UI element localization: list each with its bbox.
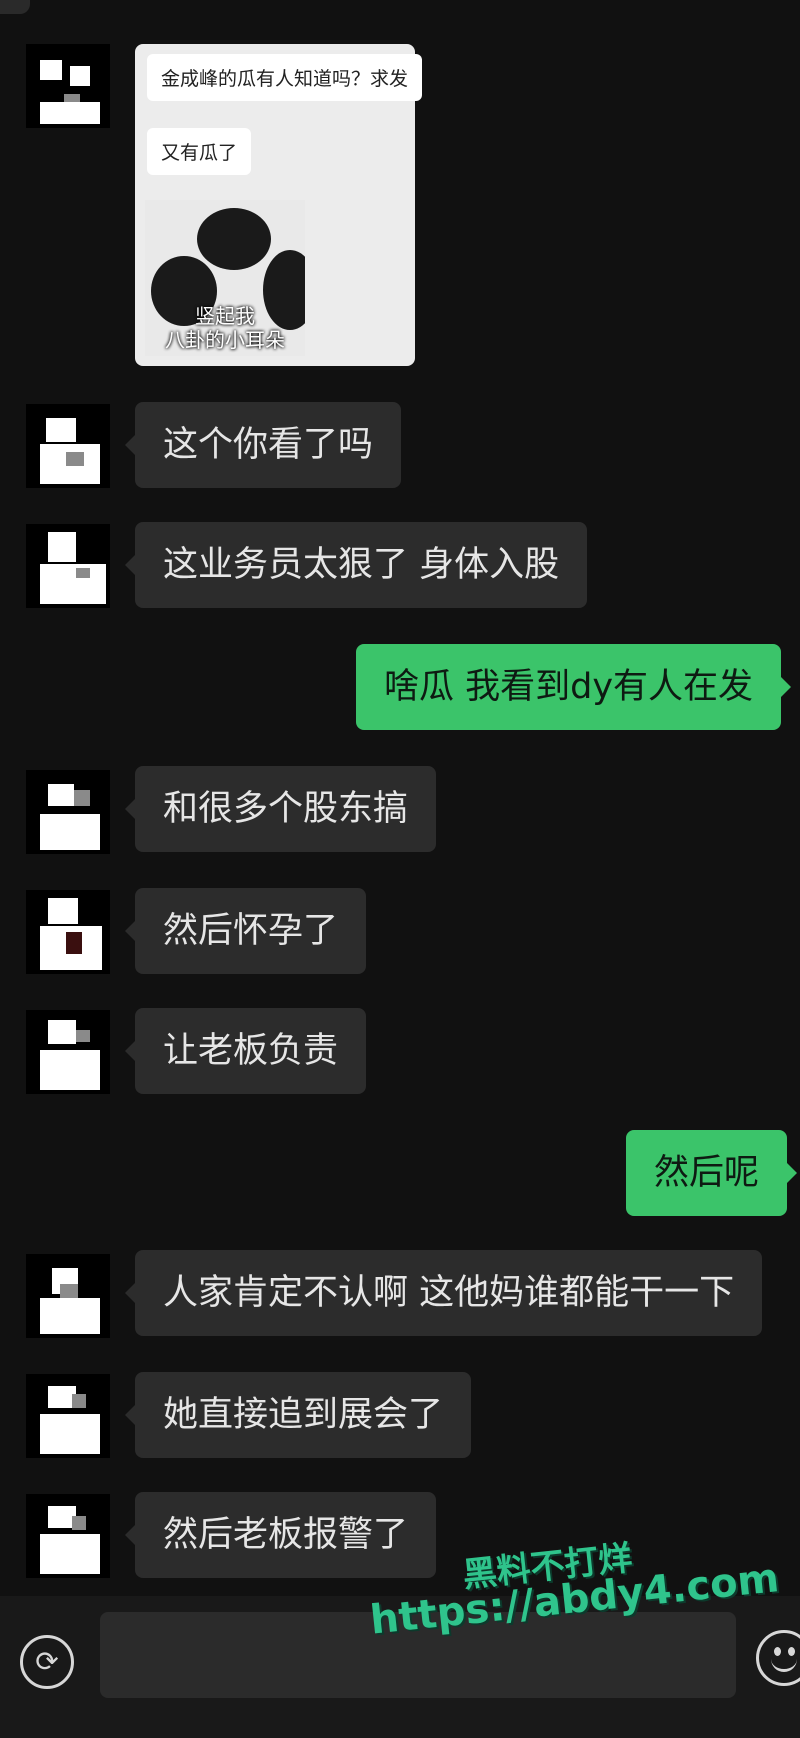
message-bubble[interactable]: 和很多个股东搞 xyxy=(124,766,437,852)
sticker-caption-1: 竖起我 xyxy=(195,304,255,328)
quote-line-1: 金成峰的瓜有人知道吗？求发 xyxy=(147,54,423,101)
message-bubble[interactable]: 这个你看了吗 xyxy=(124,402,402,488)
avatar[interactable] xyxy=(26,44,110,128)
quoted-message-card[interactable]: 金成峰的瓜有人知道吗？求发 又有瓜了 竖起我 八卦的小耳朵 xyxy=(135,44,423,366)
avatar[interactable] xyxy=(26,1010,110,1094)
message-bubble[interactable]: 然后怀孕了 xyxy=(124,888,367,974)
avatar[interactable] xyxy=(26,890,110,974)
avatar[interactable] xyxy=(26,404,110,488)
message-bubble[interactable]: 这业务员太狠了 身体入股 xyxy=(124,522,588,608)
message-bubble[interactable]: 让老板负责 xyxy=(124,1008,367,1094)
sticker-caption-2: 八卦的小耳朵 xyxy=(165,328,285,352)
panda-sticker-image[interactable]: 竖起我 八卦的小耳朵 xyxy=(145,200,305,356)
message-bubble-outgoing[interactable]: 啥瓜 我看到dy有人在发 xyxy=(356,644,792,730)
avatar[interactable] xyxy=(26,770,110,854)
avatar[interactable] xyxy=(26,1374,110,1458)
avatar[interactable] xyxy=(26,1494,110,1578)
message-bubble[interactable]: 人家肯定不认啊 这他妈谁都能干一下 xyxy=(124,1250,763,1336)
quote-line-2: 又有瓜了 xyxy=(147,128,252,175)
avatar[interactable] xyxy=(26,1254,110,1338)
message-bubble-outgoing[interactable]: 然后呢 xyxy=(626,1130,798,1216)
voice-icon[interactable]: ⟳ xyxy=(20,1635,74,1689)
message-bubble[interactable]: 然后老板报警了 xyxy=(124,1492,437,1578)
avatar[interactable] xyxy=(26,524,110,608)
status-corner xyxy=(0,0,30,14)
message-bubble[interactable]: 她直接追到展会了 xyxy=(124,1372,472,1458)
